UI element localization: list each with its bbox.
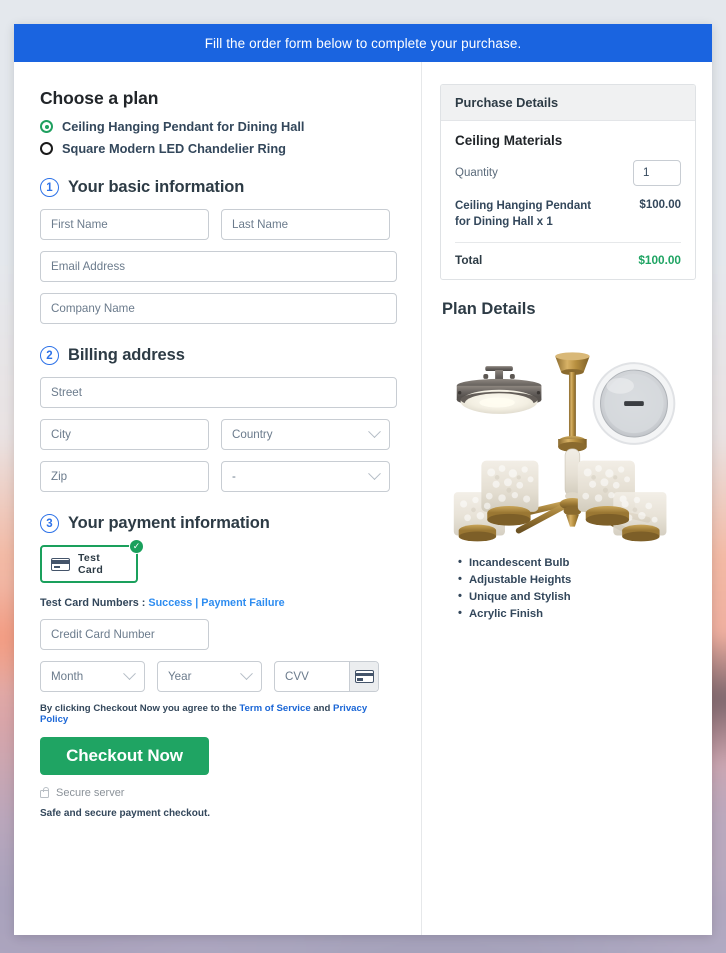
- chevron-down-icon: [123, 667, 136, 681]
- flush-mount-light: [456, 366, 542, 414]
- cvv-group: CVV: [274, 661, 379, 692]
- test-card-label: Test Card: [78, 552, 104, 576]
- check-circle-icon: ✓: [129, 539, 144, 554]
- state-select[interactable]: -: [221, 461, 390, 492]
- credit-card-icon: [354, 670, 374, 683]
- zip-input[interactable]: Zip: [40, 461, 209, 492]
- summary-column: Purchase Details Ceiling Materials Quant…: [422, 62, 712, 935]
- link-separator: |: [192, 597, 202, 609]
- purchase-details-panel: Purchase Details Ceiling Materials Quant…: [440, 84, 696, 281]
- company-row: Company Name: [40, 293, 397, 324]
- secure-server-note: Secure server: [40, 787, 397, 799]
- country-select-value: Country: [232, 428, 273, 441]
- agreement-middle: and: [310, 703, 334, 714]
- cvv-input[interactable]: CVV: [275, 662, 349, 691]
- payment-failure-link[interactable]: Payment Failure: [201, 597, 284, 609]
- lock-icon: [40, 787, 49, 798]
- step-number-3: 3: [40, 514, 59, 533]
- quantity-label: Quantity: [455, 167, 498, 179]
- secure-server-label: Secure server: [56, 787, 125, 799]
- state-select-value: -: [232, 470, 236, 483]
- list-item: Acrylic Finish: [458, 607, 696, 620]
- step-basic-information: 1 Your basic information: [40, 178, 397, 197]
- plan-option-2[interactable]: Square Modern LED Chandelier Ring: [40, 141, 397, 156]
- checkout-card: Fill the order form below to complete yo…: [14, 24, 712, 935]
- ceiling-speaker: [592, 362, 676, 445]
- step-label-1: Your basic information: [68, 178, 245, 196]
- success-link[interactable]: Success: [148, 597, 192, 609]
- list-item: Adjustable Heights: [458, 573, 696, 586]
- step-number-2: 2: [40, 346, 59, 365]
- radio-icon-selected[interactable]: [40, 120, 53, 133]
- step-label-3: Your payment information: [68, 514, 270, 532]
- checkout-now-button[interactable]: Checkout Now: [40, 737, 209, 775]
- test-card-numbers-prefix: Test Card Numbers :: [40, 597, 149, 609]
- street-input[interactable]: Street: [40, 377, 397, 408]
- plan-option-1[interactable]: Ceiling Hanging Pendant for Dining Hall: [40, 119, 397, 134]
- radio-icon-unselected[interactable]: [40, 142, 53, 155]
- plan-details-title: Plan Details: [442, 300, 536, 319]
- header-banner: Fill the order form below to complete yo…: [14, 24, 712, 62]
- chevron-down-icon: [368, 425, 381, 439]
- agreement-text: By clicking Checkout Now you agree to th…: [40, 703, 397, 725]
- list-item: Incandescent Bulb: [458, 556, 696, 569]
- company-name-input[interactable]: Company Name: [40, 293, 397, 324]
- line-item-name: Ceiling Hanging Pendant for Dining Hall …: [455, 200, 592, 228]
- year-select[interactable]: Year: [157, 661, 262, 692]
- cvv-help-button[interactable]: [349, 662, 378, 691]
- glass-shades: [453, 460, 667, 536]
- plan-option-2-label: Square Modern LED Chandelier Ring: [62, 141, 286, 156]
- product-image: [453, 352, 676, 542]
- line-item-row: Ceiling Hanging Pendant for Dining Hall …: [455, 199, 681, 244]
- credit-card-icon: [51, 557, 70, 571]
- email-input[interactable]: Email Address: [40, 251, 397, 282]
- terms-of-service-link[interactable]: Term of Service: [239, 703, 310, 714]
- first-name-input[interactable]: First Name: [40, 209, 209, 240]
- form-column: Choose a plan Ceiling Hanging Pendant fo…: [14, 62, 422, 935]
- country-select[interactable]: Country: [221, 419, 390, 450]
- agreement-prefix: By clicking Checkout Now you agree to th…: [40, 703, 240, 714]
- last-name-input[interactable]: Last Name: [221, 209, 390, 240]
- step-payment-information: 3 Your payment information: [40, 514, 397, 533]
- step-number-1: 1: [40, 178, 59, 197]
- total-value: $100.00: [638, 253, 681, 268]
- zip-state-row: Zip -: [40, 461, 397, 492]
- step-billing-address: 2 Billing address: [40, 346, 397, 365]
- city-input[interactable]: City: [40, 419, 209, 450]
- choose-plan-title: Choose a plan: [40, 88, 159, 108]
- test-card-numbers-line: Test Card Numbers : Success | Payment Fa…: [40, 597, 397, 609]
- safe-payment-note: Safe and secure payment checkout.: [40, 808, 211, 819]
- list-item: Unique and Stylish: [458, 590, 696, 603]
- feature-list: Incandescent Bulb Adjustable Heights Uni…: [458, 556, 696, 620]
- email-row: Email Address: [40, 251, 397, 282]
- purchase-details-header: Purchase Details: [441, 85, 695, 121]
- street-row: Street: [40, 377, 397, 408]
- year-select-value: Year: [168, 670, 192, 683]
- line-item-price: $100.00: [639, 199, 681, 211]
- purchase-details-body: Ceiling Materials Quantity 1 Ceiling Han…: [441, 121, 695, 279]
- total-label: Total: [455, 253, 483, 268]
- banner-text: Fill the order form below to complete yo…: [204, 35, 522, 51]
- chevron-down-icon: [240, 667, 253, 681]
- credit-card-number-input[interactable]: Credit Card Number: [40, 619, 209, 650]
- quantity-input[interactable]: 1: [633, 160, 681, 186]
- total-row: Total $100.00: [455, 243, 681, 267]
- month-select[interactable]: Month: [40, 661, 145, 692]
- step-label-2: Billing address: [68, 346, 185, 364]
- month-select-value: Month: [51, 670, 84, 683]
- card-body: Choose a plan Ceiling Hanging Pendant fo…: [14, 62, 712, 935]
- expiry-cvv-row: Month Year CVV: [40, 661, 397, 692]
- city-country-row: City Country: [40, 419, 397, 450]
- name-row: First Name Last Name: [40, 209, 397, 240]
- plan-option-1-label: Ceiling Hanging Pendant for Dining Hall: [62, 119, 305, 134]
- material-title: Ceiling Materials: [455, 133, 563, 148]
- card-number-row: Credit Card Number: [40, 619, 397, 650]
- test-card-option[interactable]: Test Card ✓: [40, 539, 144, 583]
- quantity-row: Quantity 1: [455, 160, 681, 186]
- chevron-down-icon: [368, 467, 381, 481]
